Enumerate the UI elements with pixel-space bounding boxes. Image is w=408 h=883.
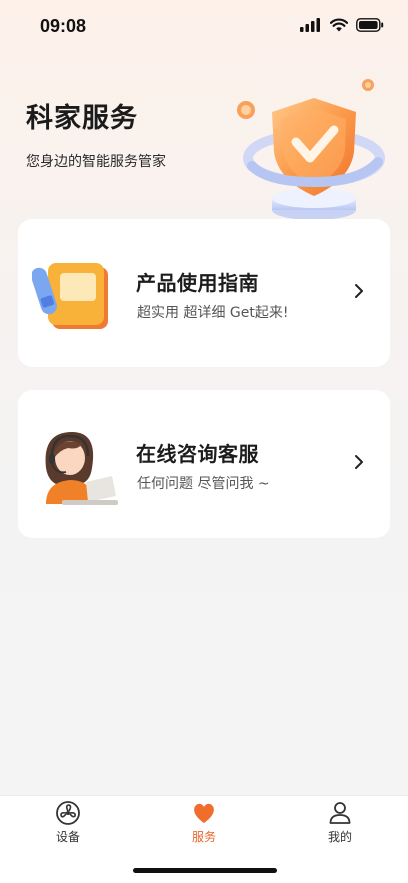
tab-label: 设备 bbox=[55, 830, 80, 844]
page-title: 科家服务 bbox=[26, 103, 138, 134]
product-guide-card[interactable]: 产品使用指南 超实用 超详细 Get起来! bbox=[18, 219, 390, 367]
heart-icon bbox=[194, 803, 214, 823]
cellular-signal-icon bbox=[300, 18, 320, 32]
customer-service-agent-illustration bbox=[45, 432, 118, 505]
card-subtitle: 超实用 超详细 Get起来! bbox=[137, 305, 289, 321]
battery-icon bbox=[356, 18, 384, 32]
tab-mine[interactable]: 我的 bbox=[300, 800, 380, 845]
wifi-icon bbox=[330, 18, 348, 32]
tab-label: 服务 bbox=[191, 830, 216, 844]
fan-icon bbox=[56, 801, 80, 825]
tab-devices[interactable]: 设备 bbox=[28, 800, 108, 845]
page-subtitle: 您身边的智能服务管家 bbox=[26, 154, 166, 170]
user-icon bbox=[329, 802, 351, 824]
header: 科家服务 您身边的智能服务管家 bbox=[26, 96, 166, 171]
status-icons bbox=[300, 18, 384, 32]
chevron-right-icon bbox=[355, 455, 363, 469]
chevron-right-icon bbox=[355, 284, 363, 298]
shield-check-illustration bbox=[237, 79, 385, 220]
online-service-card[interactable]: 在线咨询客服 任何问题 尽管问我 ~ bbox=[18, 390, 390, 538]
tab-service[interactable]: 服务 bbox=[164, 800, 244, 845]
card-subtitle: 任何问题 尽管问我 ~ bbox=[137, 476, 270, 492]
home-indicator bbox=[133, 868, 277, 873]
card-title: 在线咨询客服 bbox=[136, 442, 259, 466]
tab-label: 我的 bbox=[327, 830, 352, 844]
status-bar: 09:08 bbox=[0, 0, 408, 54]
card-title: 产品使用指南 bbox=[136, 271, 259, 295]
status-time: 09:08 bbox=[40, 16, 87, 36]
guide-book-illustration bbox=[32, 263, 108, 329]
